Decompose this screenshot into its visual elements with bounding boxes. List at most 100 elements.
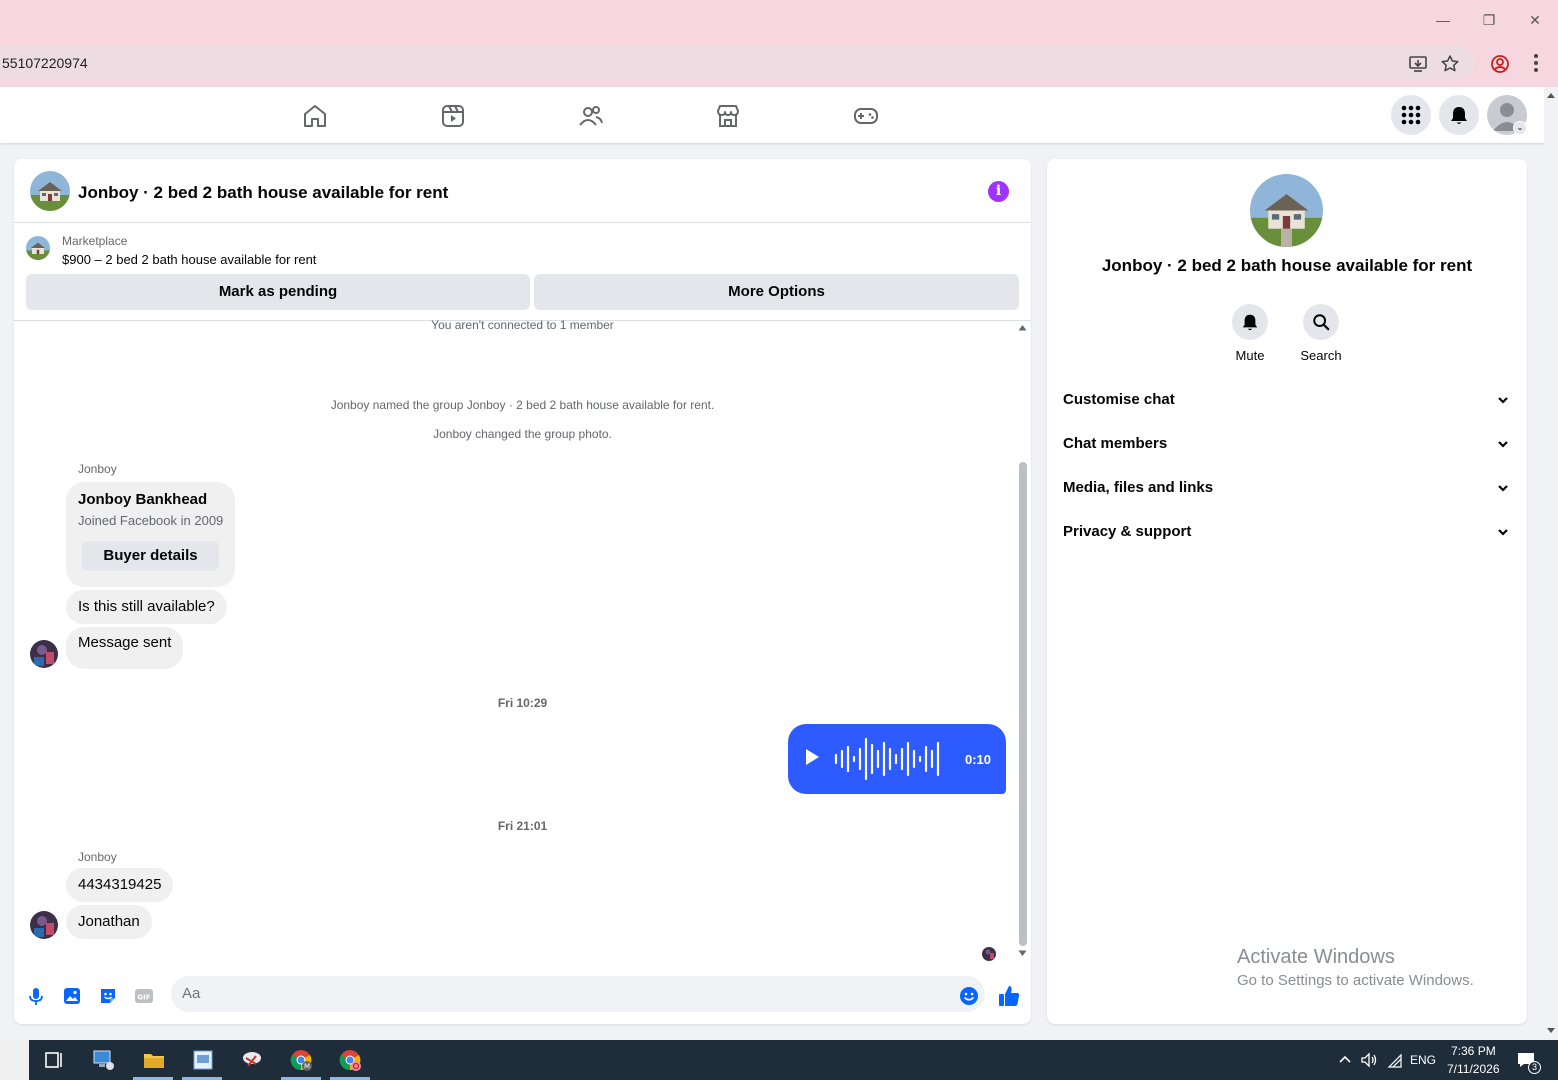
home-icon[interactable]: [302, 103, 328, 129]
message-bubble[interactable]: Jonathan: [66, 905, 152, 939]
group-photo[interactable]: [1250, 174, 1323, 247]
clock-date[interactable]: 7/11/2026: [1447, 1062, 1500, 1076]
language-indicator[interactable]: ENG: [1410, 1053, 1436, 1067]
network-icon[interactable]: [1386, 1051, 1404, 1069]
minimize-button[interactable]: —: [1431, 8, 1455, 32]
chat-members-section[interactable]: Chat members: [1063, 429, 1511, 459]
listing-title[interactable]: $900 – 2 bed 2 bath house available for …: [62, 252, 316, 267]
buyer-details-button[interactable]: Buyer details: [82, 541, 219, 571]
system-message: Jonboy named the group Jonboy · 2 bed 2 …: [330, 398, 715, 412]
group-title: Jonboy · 2 bed 2 bath house available fo…: [1101, 256, 1473, 275]
watermark-title: Activate Windows: [1237, 946, 1395, 968]
friends-icon[interactable]: [578, 103, 604, 129]
facebook-top-nav: ⌄: [0, 87, 1558, 143]
chrome-icon[interactable]: M: [289, 1048, 313, 1072]
message-bubble[interactable]: Message sent: [66, 627, 184, 669]
sender-avatar[interactable]: [30, 911, 58, 939]
browser-titlebar: — ❐ ✕: [0, 0, 1558, 40]
sticker-icon[interactable]: [98, 986, 118, 1006]
user-photo-icon: [982, 947, 996, 961]
chevron-down-icon: [1498, 397, 1508, 404]
bookmark-star-icon[interactable]: [1440, 54, 1460, 74]
video-icon[interactable]: [440, 103, 466, 129]
notification-count: 3: [1528, 1061, 1541, 1074]
gaming-icon[interactable]: [853, 103, 879, 129]
restore-button[interactable]: ❐: [1477, 8, 1501, 32]
customise-chat-section[interactable]: Customise chat: [1063, 385, 1511, 415]
chrome-profile-badge: M: [304, 1063, 310, 1071]
task-view-icon[interactable]: [42, 1048, 66, 1072]
windows-taskbar: M ENG 7:36 PM 7/11/2026 3: [0, 1040, 1558, 1080]
snipping-tool-icon[interactable]: [240, 1048, 264, 1072]
voice-message[interactable]: 0:10: [788, 724, 1006, 794]
address-bar[interactable]: 55107220974: [0, 46, 1474, 80]
scroll-down-icon[interactable]: [1018, 950, 1027, 957]
play-icon[interactable]: [806, 749, 819, 765]
sender-avatar[interactable]: [30, 640, 58, 668]
chrome-profile-icon[interactable]: [338, 1048, 362, 1072]
search-button[interactable]: Search: [1285, 304, 1357, 363]
volume-icon[interactable]: [1360, 1051, 1378, 1069]
voice-duration: 0:10: [965, 752, 992, 767]
timestamp: Fri 10:29: [497, 696, 548, 710]
marketplace-label: Marketplace: [62, 234, 128, 248]
search-icon: [1313, 314, 1330, 331]
message-bubble[interactable]: Is this still available?: [66, 590, 227, 624]
this-pc-icon[interactable]: [92, 1048, 116, 1072]
message-thread[interactable]: You aren't connected to 1 member Jonboy …: [14, 318, 1031, 962]
message-composer: GIF: [14, 964, 1031, 1024]
notifications-button[interactable]: [1439, 95, 1479, 135]
section-label: Media, files and links: [1063, 479, 1214, 496]
more-options-button[interactable]: More Options: [534, 274, 1019, 310]
photo-icon[interactable]: [62, 986, 82, 1006]
marketplace-icon[interactable]: [715, 103, 741, 129]
profile-icon[interactable]: [1490, 54, 1510, 74]
message-bubble[interactable]: 4434319425: [66, 868, 174, 902]
chevron-up-icon[interactable]: [1338, 1054, 1352, 1064]
scroll-thumb[interactable]: [1019, 462, 1027, 946]
svg-text:GIF: GIF: [137, 994, 150, 1002]
browser-toolbar: 55107220974: [0, 40, 1558, 87]
listing-thumbnail[interactable]: [26, 236, 50, 260]
bell-icon: [1242, 314, 1258, 331]
message-input[interactable]: [171, 976, 985, 1012]
chat-header: Jonboy · 2 bed 2 bath house available fo…: [14, 159, 1031, 223]
marketplace-listing-bar: Marketplace $900 – 2 bed 2 bath house av…: [14, 223, 1031, 321]
show-desktop-button[interactable]: [0, 1040, 29, 1080]
bell-icon: [1451, 107, 1467, 124]
scroll-up-icon[interactable]: [1546, 91, 1556, 99]
account-chevron-icon[interactable]: ⌄: [1513, 121, 1527, 135]
buyer-joined: Joined Facebook in 2009: [78, 513, 224, 528]
mark-as-pending-button[interactable]: Mark as pending: [26, 274, 530, 310]
media-files-links-section[interactable]: Media, files and links: [1063, 473, 1511, 503]
scroll-down-icon[interactable]: [1546, 1027, 1556, 1035]
grid-icon: [1401, 105, 1421, 125]
read-receipt-avatar: [982, 947, 996, 961]
thread-scrollbar[interactable]: [1016, 322, 1028, 962]
browser-menu-icon[interactable]: [1526, 52, 1546, 74]
section-label: Chat members: [1063, 435, 1168, 452]
buyer-name: Jonboy Bankhead: [78, 491, 208, 508]
thumbs-up-icon[interactable]: [997, 984, 1021, 1008]
house-photo-icon: [1250, 174, 1323, 247]
microphone-icon[interactable]: [26, 986, 46, 1006]
menu-grid-button[interactable]: [1391, 95, 1431, 135]
chevron-down-icon: [1498, 441, 1508, 448]
chevron-down-icon: [1498, 529, 1508, 536]
info-icon[interactable]: i: [988, 181, 1009, 202]
chat-avatar[interactable]: [30, 171, 70, 211]
clock-time[interactable]: 7:36 PM: [1451, 1044, 1496, 1058]
file-explorer-icon[interactable]: [142, 1048, 166, 1072]
emoji-icon[interactable]: [959, 986, 979, 1006]
paint-app-icon[interactable]: [191, 1048, 215, 1072]
privacy-support-section[interactable]: Privacy & support: [1063, 517, 1511, 547]
page-scrollbar[interactable]: [1544, 87, 1558, 1040]
chat-title: Jonboy · 2 bed 2 bath house available fo…: [78, 183, 449, 202]
install-app-icon[interactable]: [1408, 54, 1428, 74]
gif-icon[interactable]: GIF: [134, 986, 154, 1006]
mute-button[interactable]: Mute: [1214, 304, 1286, 363]
close-button[interactable]: ✕: [1523, 8, 1547, 32]
url-text: 55107220974: [2, 55, 88, 71]
mute-label: Mute: [1235, 348, 1265, 363]
scroll-up-icon[interactable]: [1018, 324, 1027, 331]
